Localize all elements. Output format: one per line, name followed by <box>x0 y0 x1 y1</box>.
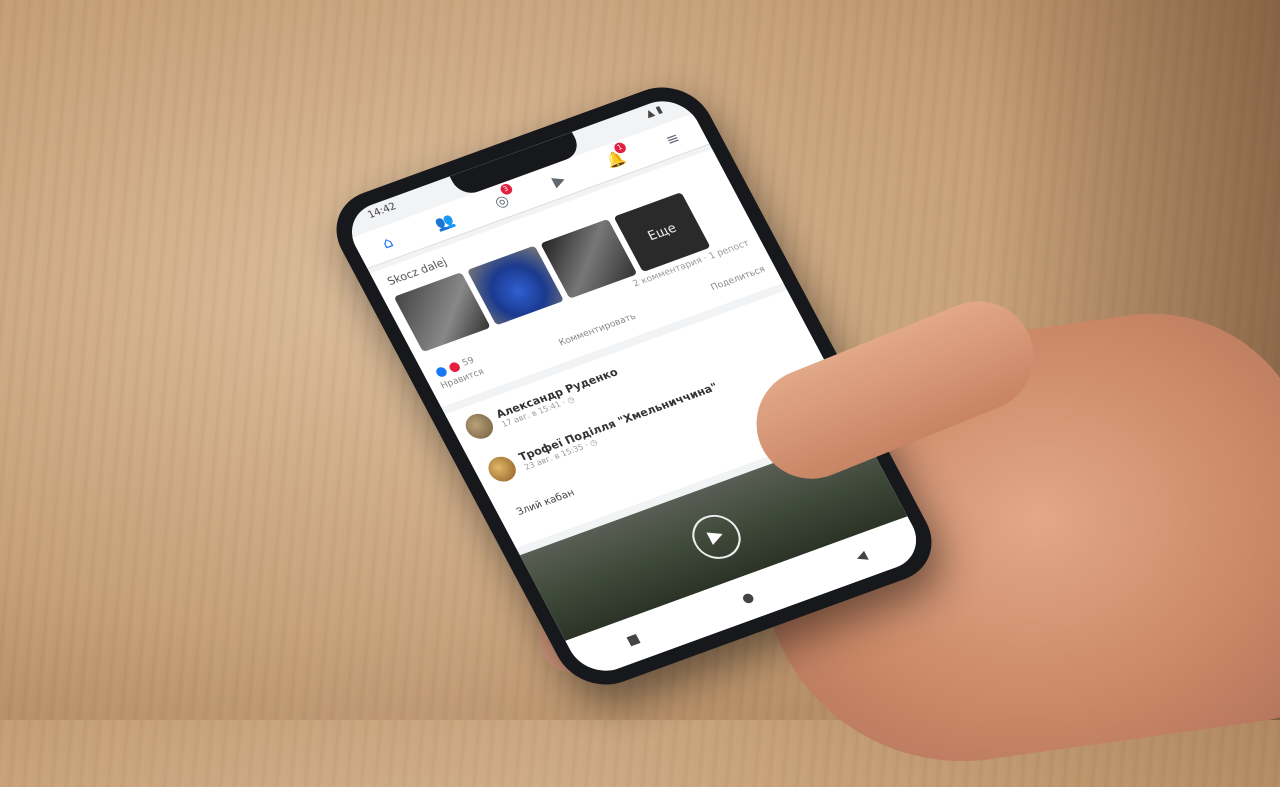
groups-icon[interactable]: ◎ 3 <box>486 182 517 215</box>
bell-icon[interactable]: 🔔 1 <box>600 141 631 173</box>
recents-icon[interactable]: ■ <box>624 631 643 649</box>
post-text: Злий кабан <box>514 487 577 518</box>
avatar[interactable] <box>483 453 521 486</box>
menu-icon[interactable]: ≡ <box>657 125 688 152</box>
love-reaction-icon <box>447 361 462 374</box>
comment-button[interactable]: Комментировать <box>557 312 637 348</box>
video-icon[interactable]: ▶ <box>543 167 574 194</box>
share-button[interactable]: Поделиться <box>709 265 767 293</box>
reactions-count: 59 <box>460 355 477 369</box>
home-icon[interactable]: ⌂ <box>372 229 403 256</box>
groups-badge: 3 <box>498 182 514 197</box>
avatar[interactable] <box>460 410 498 443</box>
friends-icon[interactable]: 👥 <box>429 208 460 235</box>
home-button-icon[interactable]: ● <box>739 589 757 606</box>
back-icon[interactable]: ◀ <box>853 548 870 565</box>
like-reaction-icon <box>434 365 449 379</box>
notifications-badge: 1 <box>612 141 628 155</box>
play-icon[interactable]: ▶ <box>683 508 749 566</box>
